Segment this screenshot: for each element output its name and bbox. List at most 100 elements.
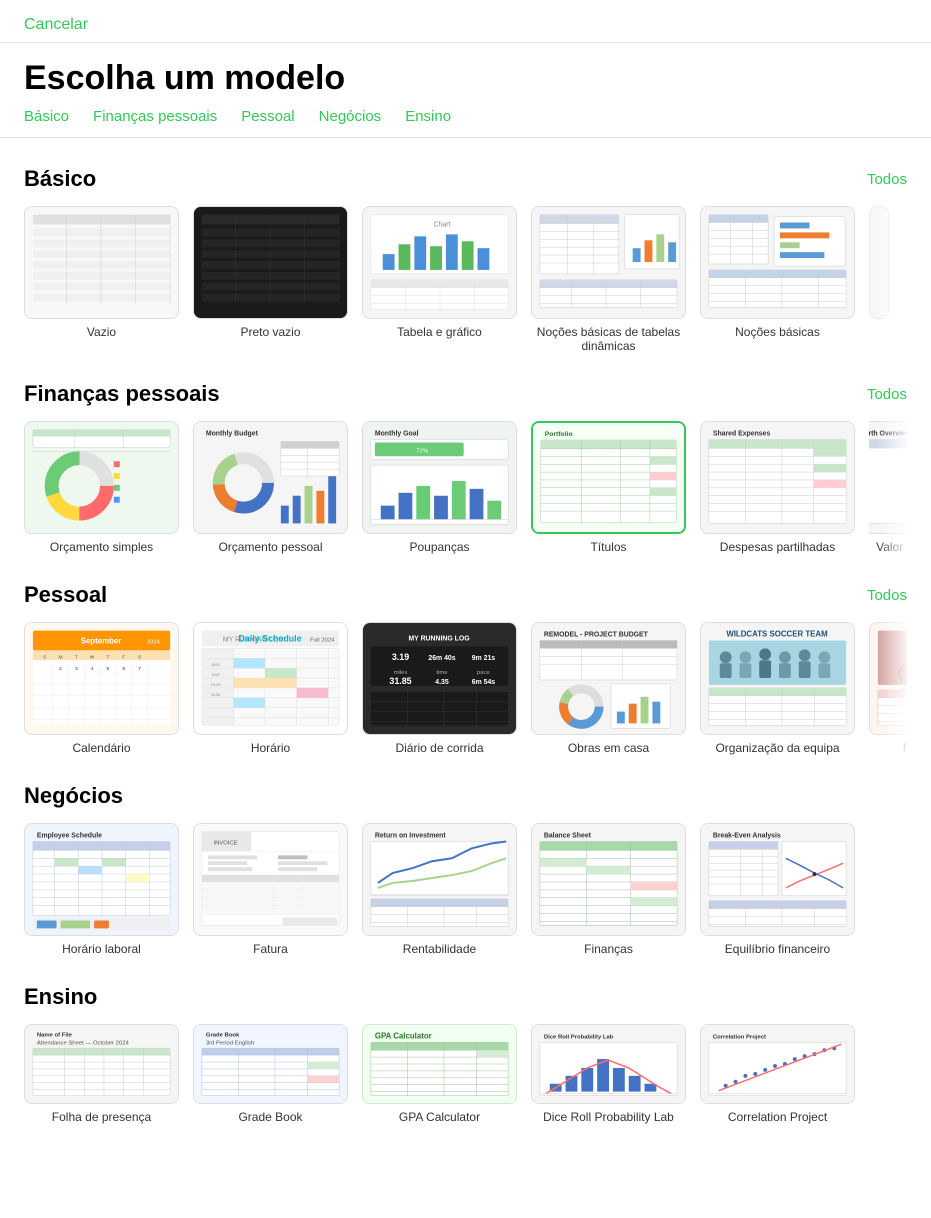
svg-text:6m 54s: 6m 54s (472, 679, 496, 686)
templates-row-negocios: Employee Schedule (24, 823, 907, 956)
template-thumb-bebe: Baby's First Year (869, 622, 907, 735)
template-label-poupancas: Poupanças (409, 540, 469, 554)
template-valor-liquido[interactable]: Net Worth Overview Valor líquido (869, 421, 907, 554)
template-label-vazio: Vazio (87, 325, 116, 339)
svg-text:Dice Roll Probability Lab: Dice Roll Probability Lab (544, 1034, 614, 1040)
template-label-horario-laboral: Horário laboral (62, 942, 141, 956)
template-horario[interactable]: MY RUNNING LOG Daily Schedule Fall 2024 (193, 622, 348, 755)
template-bebe[interactable]: Baby's First Year (869, 622, 907, 755)
thumb-svg-rentabilidade: Return on Investment (363, 823, 516, 936)
thumb-svg-poupancas: Monthly Goal 72% (363, 421, 516, 534)
nav-basico[interactable]: Básico (24, 108, 69, 125)
section-ensino-header: Ensino (24, 984, 907, 1010)
page-title: Escolha um modelo (24, 59, 907, 98)
template-extra-basico[interactable] (869, 206, 889, 353)
template-nocoes-basicas[interactable]: Noções básicas (700, 206, 855, 353)
template-label-rentabilidade: Rentabilidade (403, 942, 476, 956)
template-thumb-poupancas: Monthly Goal 72% (362, 421, 517, 534)
svg-text:T: T (75, 654, 78, 660)
template-vazio[interactable]: Vazio (24, 206, 179, 353)
nav-pessoal[interactable]: Pessoal (241, 108, 294, 125)
template-fatura[interactable]: INVOICE (193, 823, 348, 956)
template-poupancas[interactable]: Monthly Goal 72% (362, 421, 517, 554)
template-label-tabela: Tabela e gráfico (397, 325, 482, 339)
template-label-bebe: Registo do bebé (903, 741, 907, 755)
template-label-orcamento-simples: Orçamento simples (50, 540, 153, 554)
template-label-correlation: Correlation Project (728, 1110, 827, 1124)
template-preto-vazio[interactable]: Preto vazio (193, 206, 348, 353)
template-thumb-vazio (24, 206, 179, 319)
template-horario-laboral[interactable]: Employee Schedule (24, 823, 179, 956)
template-tabela-grafico[interactable]: Chart (362, 206, 517, 353)
section-basico-todos[interactable]: Todos (867, 171, 907, 188)
svg-text:WILDCATS SOCCER TEAM: WILDCATS SOCCER TEAM (726, 630, 828, 639)
templates-row-basico: Vazio (24, 206, 907, 353)
svg-text:3.19: 3.19 (392, 652, 409, 662)
template-obras-casa[interactable]: REMODEL - PROJECT BUDGET (531, 622, 686, 755)
cancel-button[interactable]: Cancelar (24, 16, 88, 34)
svg-text:GPA Calculator: GPA Calculator (375, 1031, 432, 1040)
template-despesas[interactable]: Shared Expenses (700, 421, 855, 554)
thumb-svg-financas: Balance Sheet (532, 823, 685, 936)
section-ensino-row: Name of File Attendance Sheet — October … (24, 1024, 907, 1124)
template-label-attendance: Folha de presença (52, 1110, 151, 1124)
template-thumb-correlation: Correlation Project (700, 1024, 855, 1104)
section-negocios-title: Negócios (24, 783, 123, 809)
section-ensino-title: Ensino (24, 984, 97, 1010)
template-grade-book[interactable]: Grade Book 3rd Period English (193, 1024, 348, 1124)
template-equilibrio[interactable]: Break-Even Analysis (700, 823, 855, 956)
template-thumb-extra (869, 206, 889, 319)
thumb-svg-titulos: Portfolio (533, 421, 684, 534)
svg-text:pace: pace (477, 670, 491, 676)
section-negocios-row: Employee Schedule (24, 823, 907, 956)
svg-text:72%: 72% (416, 448, 429, 454)
template-thumb-dice: Dice Roll Probability Lab (531, 1024, 686, 1104)
template-thumb-despesas: Shared Expenses (700, 421, 855, 534)
template-nocoes-dinamicas[interactable]: Noções básicas de tabelas dinâmicas (531, 206, 686, 353)
thumb-svg-orcamento-pessoal: Monthly Budget (194, 421, 347, 534)
section-financas-todos[interactable]: Todos (867, 386, 907, 403)
template-correlation[interactable]: Correlation Project (700, 1024, 855, 1124)
svg-text:W: W (90, 654, 95, 660)
template-orcamento-pessoal[interactable]: Monthly Budget (193, 421, 348, 554)
template-label-despesas: Despesas partilhadas (720, 540, 835, 554)
template-thumb-financas: Balance Sheet (531, 823, 686, 936)
template-rentabilidade[interactable]: Return on Investment (362, 823, 517, 956)
template-label-dinamicas: Noções básicas de tabelas dinâmicas (531, 325, 686, 353)
template-organizacao-equipa[interactable]: WILDCATS SOCCER TEAM (700, 622, 855, 755)
section-basico-row: Vazio (24, 206, 907, 353)
thumb-svg-fatura: INVOICE (194, 823, 347, 936)
template-gpa[interactable]: GPA Calculator (362, 1024, 517, 1124)
svg-text:Shared Expenses: Shared Expenses (713, 431, 771, 438)
svg-text:4.35: 4.35 (435, 679, 449, 686)
template-thumb-horario: MY RUNNING LOG Daily Schedule Fall 2024 (193, 622, 348, 735)
svg-text:Monthly Goal: Monthly Goal (375, 431, 419, 438)
template-financas[interactable]: Balance Sheet (531, 823, 686, 956)
section-basico-title: Básico (24, 166, 96, 192)
section-basico-header: Básico Todos (24, 166, 907, 192)
template-calendario[interactable]: September 2024 S M T W T F S (24, 622, 179, 755)
section-pessoal-todos[interactable]: Todos (867, 587, 907, 604)
nav-ensino[interactable]: Ensino (405, 108, 451, 125)
template-label-fatura: Fatura (253, 942, 288, 956)
svg-text:9:00: 9:00 (212, 672, 220, 677)
template-thumb-valor: Net Worth Overview (869, 421, 907, 534)
svg-text:M: M (58, 654, 62, 660)
template-dice[interactable]: Dice Roll Probability Lab (531, 1024, 686, 1124)
thumb-svg-equipa: WILDCATS SOCCER TEAM (701, 622, 854, 735)
template-diario-corrida[interactable]: MY RUNNING LOG 3.19 26m 40s 9m 21s miles… (362, 622, 517, 755)
thumb-svg-obras: REMODEL - PROJECT BUDGET (532, 622, 685, 735)
template-attendance[interactable]: Name of File Attendance Sheet — October … (24, 1024, 179, 1124)
main-content: Básico Todos (0, 166, 931, 1164)
nav-negocios[interactable]: Negócios (319, 108, 382, 125)
template-titulos[interactable]: Portfolio (531, 421, 686, 554)
nav-financas[interactable]: Finanças pessoais (93, 108, 217, 125)
svg-text:26m 40s: 26m 40s (428, 655, 455, 662)
template-orcamento-simples[interactable]: Budget (24, 421, 179, 554)
svg-text:September: September (81, 636, 122, 645)
svg-text:Attendance Sheet — October 202: Attendance Sheet — October 2024 (37, 1040, 130, 1046)
svg-text:31.85: 31.85 (389, 676, 411, 686)
thumb-svg-preto (194, 206, 347, 319)
svg-text:T: T (106, 654, 109, 660)
svg-text:Daily Schedule: Daily Schedule (238, 633, 301, 643)
